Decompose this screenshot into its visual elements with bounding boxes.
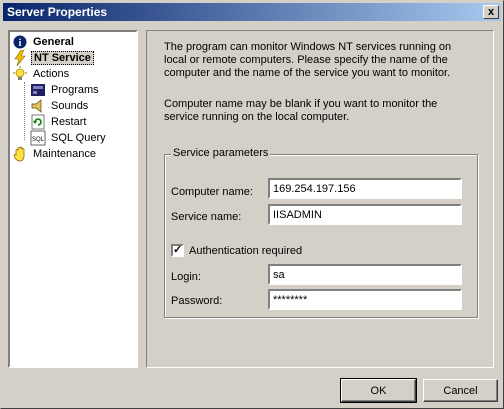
tree-item-sql-query[interactable]: SQL SQL Query: [30, 130, 108, 146]
authentication-checkbox[interactable]: ✓: [171, 244, 184, 257]
tree-item-label: SQL Query: [51, 132, 106, 144]
tree-item-label: General: [33, 36, 74, 48]
tree-item-programs[interactable]: Programs: [30, 82, 101, 98]
tree-item-label: Actions: [33, 68, 70, 80]
settings-tree[interactable]: i General NT Service Actions Programs So…: [8, 30, 138, 368]
tree-item-nt-service[interactable]: NT Service: [12, 50, 94, 66]
password-field[interactable]: ********: [268, 289, 462, 310]
tree-item-general[interactable]: i General: [12, 34, 76, 50]
tree-item-sounds[interactable]: Sounds: [30, 98, 90, 114]
tree-item-label: Restart: [51, 116, 87, 128]
computer-name-field[interactable]: 169.254.197.156: [268, 178, 462, 199]
tree-item-label: Maintenance: [33, 148, 96, 160]
tree-item-label: NT Service: [31, 51, 94, 65]
programs-icon: [30, 82, 46, 98]
window-title: Server Properties: [7, 5, 108, 19]
hand-icon: [12, 146, 28, 162]
tree-item-maintenance[interactable]: Maintenance: [12, 146, 98, 162]
speaker-icon: [30, 98, 46, 114]
sql-icon: SQL: [30, 130, 46, 146]
tree-item-label: Sounds: [51, 100, 89, 112]
title-bar: Server Properties x: [3, 3, 501, 21]
authentication-label: Authentication required: [189, 245, 303, 257]
tree-item-actions[interactable]: Actions: [12, 66, 71, 82]
login-field[interactable]: sa: [268, 264, 462, 285]
service-name-label: Service name:: [171, 211, 242, 223]
login-label: Login:: [171, 271, 201, 283]
info-paragraph-1: The program can monitor Windows NT servi…: [164, 41, 452, 79]
tree-item-restart[interactable]: Restart: [30, 114, 88, 130]
restart-icon: [30, 114, 46, 130]
password-label: Password:: [171, 295, 223, 307]
cancel-button[interactable]: Cancel: [423, 379, 498, 402]
info-paragraph-2: Computer name may be blank if you want t…: [164, 98, 438, 123]
info-icon: i: [12, 34, 28, 50]
tree-item-label: Programs: [51, 84, 99, 96]
lightning-icon: [12, 50, 28, 66]
ok-button[interactable]: OK: [340, 378, 417, 403]
close-button[interactable]: x: [483, 5, 499, 19]
svg-text:SQL: SQL: [32, 137, 45, 143]
group-title: Service parameters: [171, 147, 271, 159]
computer-name-label: Computer name:: [171, 186, 253, 198]
svg-text:i: i: [19, 38, 22, 49]
lightbulb-icon: [12, 66, 28, 82]
tree-connector: [24, 82, 25, 140]
service-name-field[interactable]: IISADMIN: [268, 204, 462, 225]
